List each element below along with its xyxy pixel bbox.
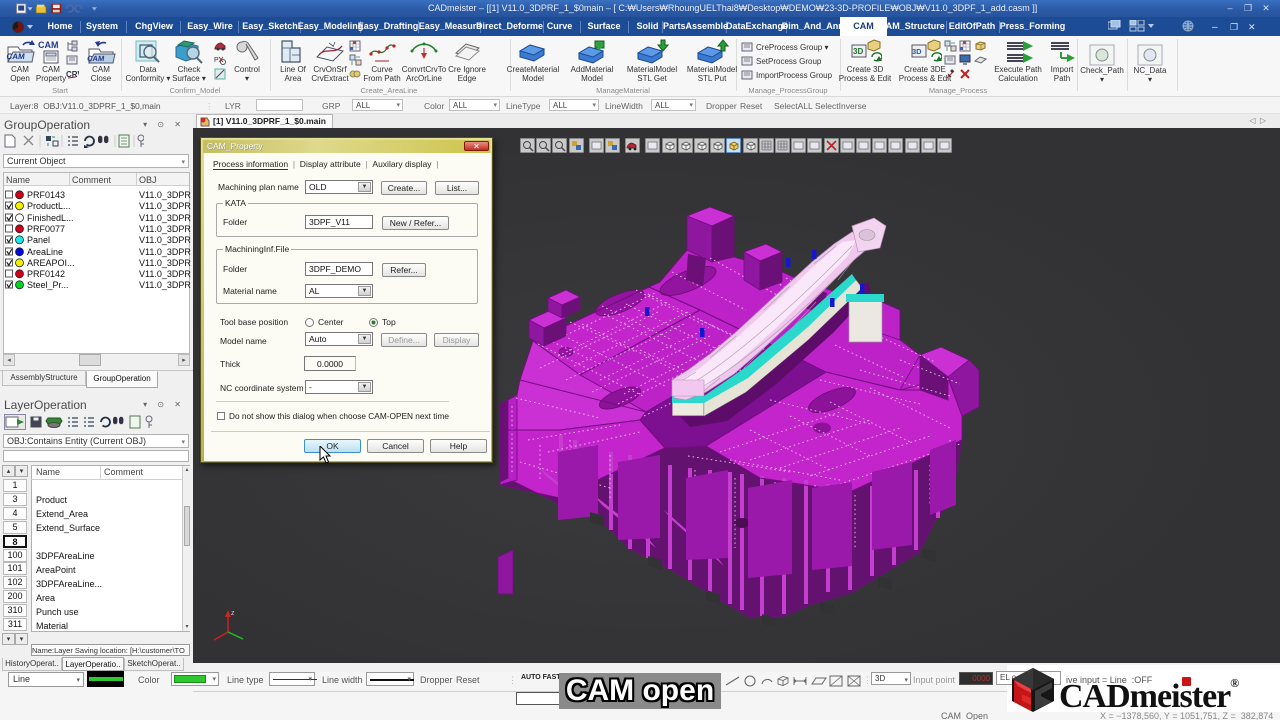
svg-text:3D: 3D [853, 47, 863, 56]
svg-text:✕: ✕ [1248, 22, 1256, 32]
svg-text:3D: 3D [912, 47, 922, 56]
svg-text:P: P [214, 57, 219, 64]
svg-text:z: z [231, 610, 235, 617]
svg-text:CAM: CAM [87, 54, 105, 63]
svg-text:–: – [1212, 22, 1218, 33]
svg-text:❐: ❐ [1230, 22, 1238, 32]
svg-text:CAM: CAM [38, 40, 59, 50]
